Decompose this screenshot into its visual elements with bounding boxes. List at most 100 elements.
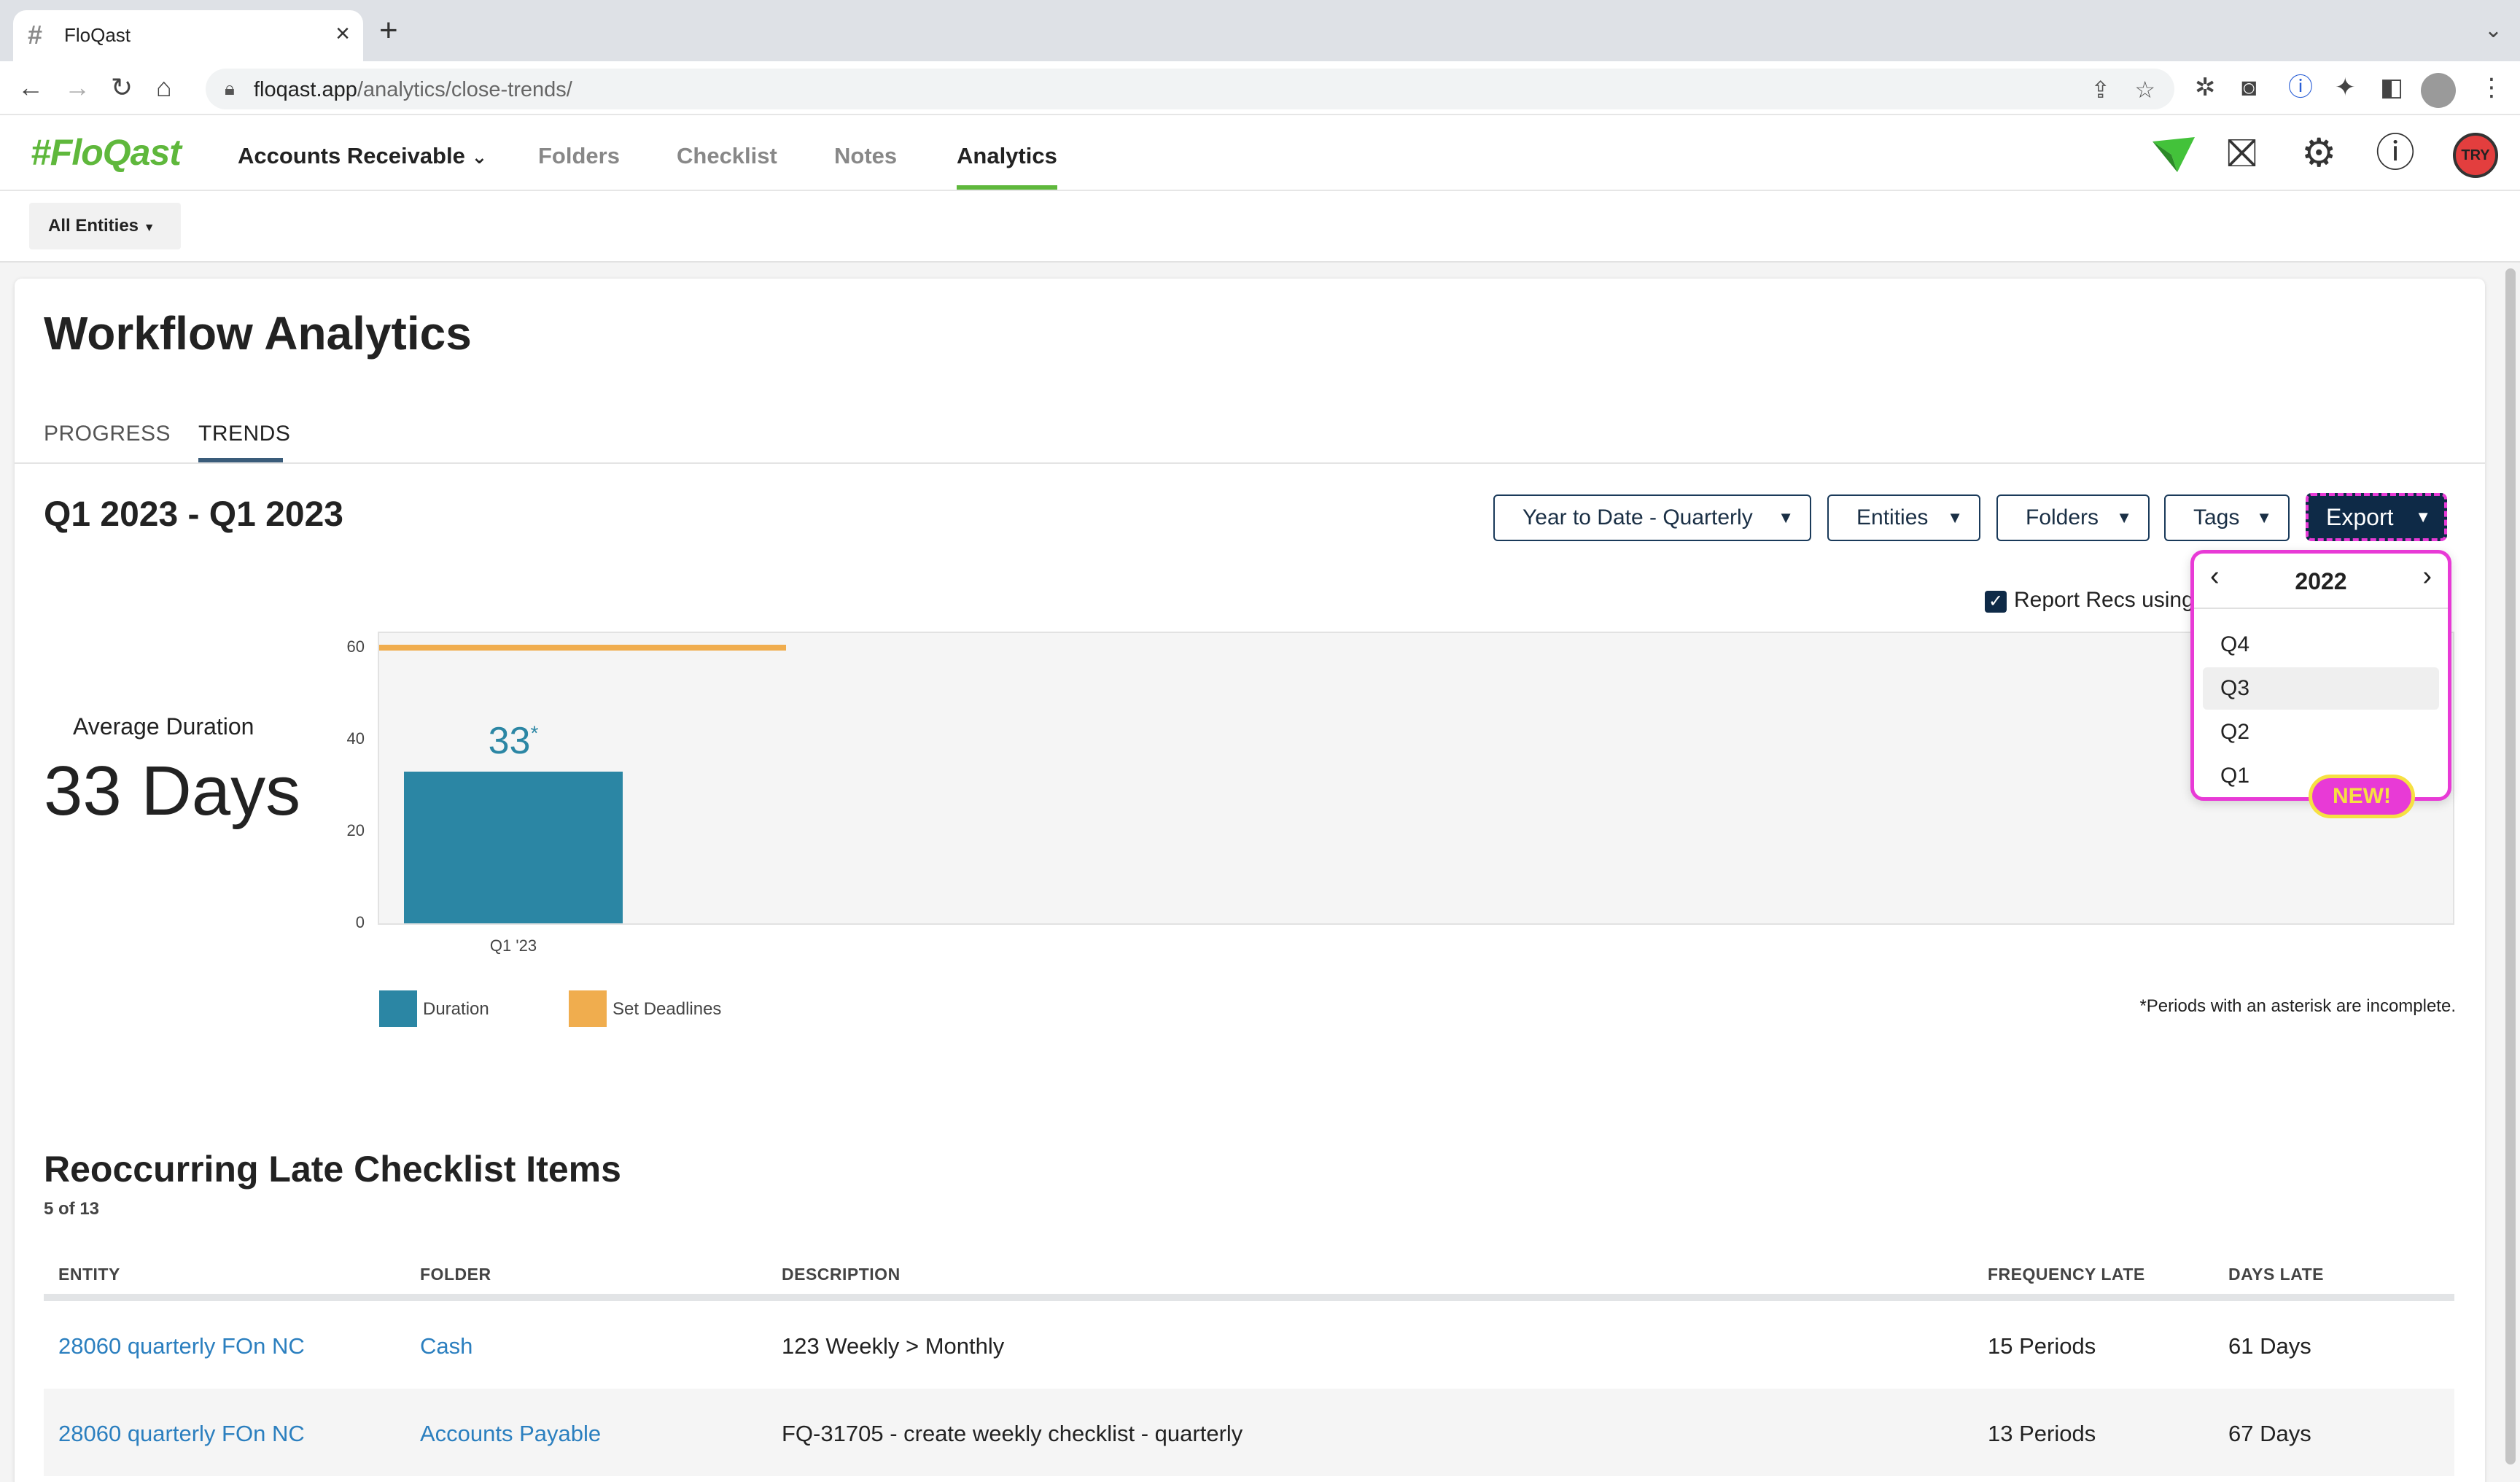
time-range-label: Year to Date - Quarterly (1522, 505, 1753, 529)
floqast-favicon-icon: # (28, 20, 43, 50)
tab-trends[interactable]: TRENDS (198, 422, 290, 446)
browser-tab-strip: # FloQast × + ⌄ (0, 0, 2520, 61)
reload-icon[interactable]: ↻ (111, 71, 133, 104)
nav-folders[interactable]: Folders (538, 141, 620, 171)
quarter-option-q4[interactable]: Q4 (2203, 624, 2439, 666)
average-duration-label: Average Duration (73, 713, 254, 740)
legend-swatch-duration (379, 990, 417, 1027)
table-row[interactable]: 28060 quarterly FOn NC Accounts Payable … (44, 1389, 2454, 1476)
entity-link[interactable]: 28060 quarterly FOn NC (58, 1421, 305, 1447)
tab-progress[interactable]: PROGRESS (44, 422, 171, 446)
tags-filter-dropdown[interactable]: Tags ▼ (2164, 494, 2290, 541)
home-icon[interactable]: ⌂ (156, 71, 172, 104)
export-button[interactable]: Export ▼ (2306, 493, 2447, 541)
report-recs-label: Report Recs using (2014, 588, 2194, 612)
duration-chart-plot (378, 632, 2454, 925)
url-field[interactable]: 🔒︎ floqast.app/analytics/close-trends/ ⇪… (206, 69, 2174, 109)
days-late-cell: 61 Days (2228, 1333, 2311, 1359)
next-year-icon[interactable]: › (2422, 561, 2432, 592)
nav-notes[interactable]: Notes (834, 141, 897, 171)
y-tick-label: 0 (355, 913, 365, 931)
late-items-count: 5 of 13 (44, 1199, 100, 1219)
entity-selector-label: All Entities (48, 216, 139, 236)
folder-link[interactable]: Cash (420, 1333, 472, 1359)
caret-down-icon: ▼ (143, 222, 155, 234)
caret-down-icon: ▼ (2415, 508, 2431, 526)
extension-gear-icon[interactable]: ✲ (2195, 71, 2216, 104)
entity-bar: All Entities ▼ (0, 191, 2520, 263)
folder-link[interactable]: Accounts Payable (420, 1421, 601, 1447)
accounts-receivable-menu[interactable]: Accounts Receivable ⌄ (238, 141, 487, 171)
back-icon[interactable]: ← (18, 71, 44, 104)
tab-search-chevron-icon[interactable]: ⌄ (2484, 18, 2502, 43)
tab-title: FloQast (64, 24, 131, 46)
legend-swatch-set-deadlines (569, 990, 607, 1027)
column-header-days-late[interactable]: DAYS LATE (2228, 1265, 2324, 1284)
column-header-description[interactable]: DESCRIPTION (782, 1265, 901, 1284)
average-duration-value: 33 Days (44, 752, 301, 830)
gift-icon[interactable]: ⛝ (2227, 133, 2257, 174)
browser-menu-icon[interactable]: ⋮ (2479, 71, 2504, 104)
password-manager-icon[interactable]: ⓘ (2288, 71, 2313, 104)
close-tab-icon[interactable]: × (335, 20, 350, 47)
folders-filter-dropdown[interactable]: Folders ▼ (1996, 494, 2150, 541)
dropdown-divider (2194, 608, 2448, 609)
address-bar: ← → ↻ ⌂ 🔒︎ floqast.app/analytics/close-t… (0, 61, 2520, 115)
accounts-menu-label: Accounts Receivable (238, 143, 465, 168)
page-scrollbar-thumb[interactable] (2505, 268, 2516, 1464)
browser-tab[interactable]: # FloQast × (13, 10, 363, 61)
days-late-cell: 67 Days (2228, 1421, 2311, 1446)
camera-icon[interactable]: ◙ (2241, 71, 2257, 104)
column-header-frequency-late[interactable]: FREQUENCY LATE (1988, 1265, 2145, 1284)
incomplete-periods-note: *Periods with an asterisk are incomplete… (2139, 996, 2456, 1016)
url-host: floqast.app (254, 78, 357, 101)
help-icon[interactable]: ⓘ (2376, 133, 2415, 174)
column-header-folder[interactable]: FOLDER (420, 1265, 491, 1284)
report-recs-checkbox[interactable]: ✓ (1985, 591, 2007, 613)
caret-down-icon: ▼ (2116, 508, 2132, 527)
send-arrow-icon[interactable] (2151, 136, 2196, 174)
x-tick-label: Q1 '23 (489, 936, 537, 955)
time-range-dropdown[interactable]: Year to Date - Quarterly ▼ (1493, 494, 1811, 541)
new-feature-badge: NEW! (2309, 775, 2415, 818)
extensions-puzzle-icon[interactable]: ✦ (2335, 71, 2356, 104)
lock-icon: 🔒︎ (225, 77, 235, 99)
frequency-late-cell: 15 Periods (1988, 1333, 2096, 1359)
share-icon[interactable]: ⇪ (2091, 77, 2110, 102)
caret-down-icon: ▼ (1947, 508, 1963, 527)
nav-analytics[interactable]: Analytics (957, 141, 1057, 171)
table-header-divider (44, 1294, 2454, 1301)
app-header: #FloQast Accounts Receivable ⌄ Folders C… (0, 115, 2520, 191)
duration-bar-label: 33* (488, 720, 539, 763)
y-tick-label: 20 (346, 821, 365, 839)
forward-icon[interactable]: → (64, 71, 90, 104)
set-deadlines-line[interactable] (379, 645, 786, 651)
column-header-entity[interactable]: ENTITY (58, 1265, 120, 1284)
quarter-option-q3[interactable]: Q3 (2203, 667, 2439, 710)
frequency-late-cell: 13 Periods (1988, 1421, 2096, 1446)
nav-checklist[interactable]: Checklist (677, 141, 777, 171)
side-panel-icon[interactable]: ◧ (2380, 71, 2403, 104)
y-tick-label: 60 (346, 637, 365, 656)
description-cell: 123 Weekly > Monthly (782, 1333, 1005, 1359)
profile-avatar[interactable] (2421, 73, 2456, 108)
late-items-title: Reoccurring Late Checklist Items (44, 1149, 621, 1190)
chevron-down-icon: ⌄ (471, 146, 488, 168)
all-entities-dropdown[interactable]: All Entities ▼ (29, 203, 181, 249)
entities-filter-label: Entities (1856, 505, 1929, 529)
quarter-option-q2[interactable]: Q2 (2203, 711, 2439, 753)
entities-filter-dropdown[interactable]: Entities ▼ (1827, 494, 1980, 541)
legend-label-duration: Duration (423, 999, 489, 1019)
page-title: Workflow Analytics (44, 307, 472, 360)
user-avatar[interactable]: TRY (2453, 133, 2498, 178)
analytics-card: Workflow Analytics PROGRESS TRENDS Q1 20… (15, 279, 2485, 1482)
dropdown-year: 2022 (2295, 568, 2347, 594)
url-path: /analytics/close-trends/ (357, 78, 572, 101)
table-row[interactable]: 28060 quarterly FOn NC Cash 123 Weekly >… (44, 1301, 2454, 1389)
bookmark-star-icon[interactable]: ☆ (2134, 77, 2155, 102)
entity-link[interactable]: 28060 quarterly FOn NC (58, 1333, 305, 1359)
new-tab-icon[interactable]: + (379, 15, 398, 47)
duration-bar[interactable] (404, 772, 623, 923)
settings-gear-icon[interactable]: ⚙ (2301, 133, 2336, 174)
floqast-logo[interactable]: #FloQast (31, 131, 182, 174)
